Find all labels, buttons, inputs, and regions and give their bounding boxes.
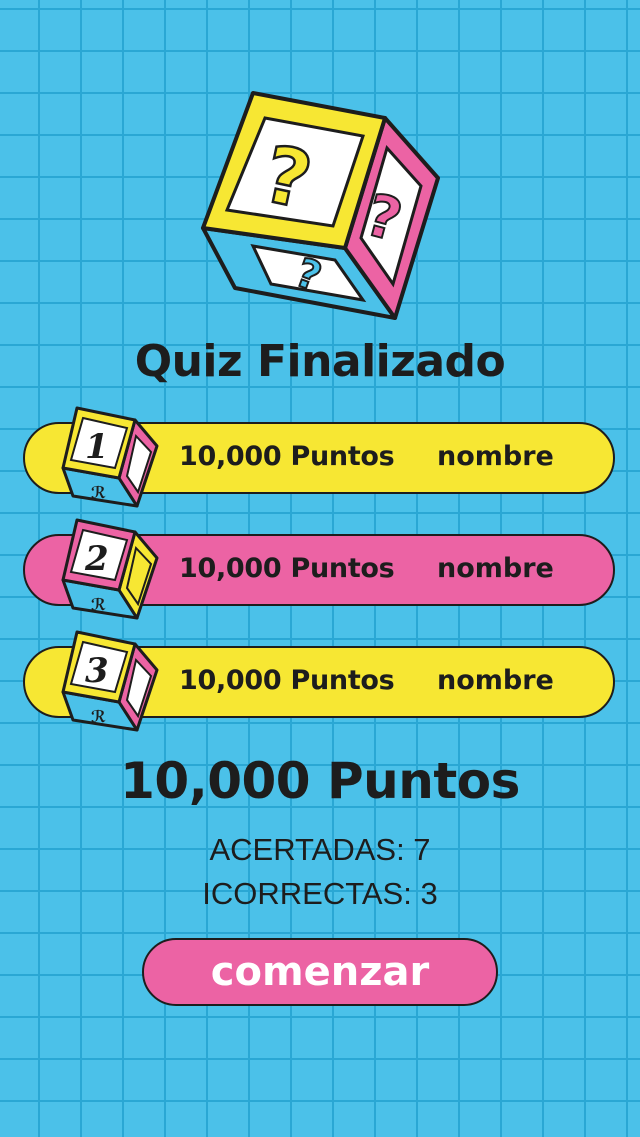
- rank-cube-icon: ℛ 2: [61, 518, 159, 620]
- rank-points: 10,000 Puntos: [179, 665, 395, 696]
- question-block-icon: ? ? ?: [201, 91, 440, 320]
- rank-points: 10,000 Puntos: [179, 553, 395, 584]
- rank-name: nombre: [437, 665, 554, 696]
- rank-cube-icon: ℛ 1: [61, 406, 159, 508]
- leaderboard-row-3: ℛ 3 10,000 Puntos nombre: [23, 630, 615, 732]
- rank-number: 3: [85, 651, 109, 691]
- rank-number: 2: [84, 539, 109, 579]
- svg-text:ℛ: ℛ: [91, 595, 106, 614]
- correct-count: ACERTADAS: 7: [209, 832, 431, 867]
- rank-points: 10,000 Puntos: [179, 441, 395, 472]
- rank-cube-icon: ℛ 3: [61, 630, 159, 732]
- incorrect-count: ICORRECTAS: 3: [202, 876, 438, 911]
- leaderboard-row-2: ℛ 2 10,000 Puntos nombre: [23, 518, 615, 620]
- total-points: 10,000 Puntos: [120, 752, 520, 810]
- leaderboard-row-1: ℛ 1 10,000 Puntos nombre: [23, 406, 615, 508]
- rank-number: 1: [85, 427, 109, 467]
- svg-text:ℛ: ℛ: [91, 707, 106, 726]
- svg-text:ℛ: ℛ: [91, 483, 106, 502]
- rank-name: nombre: [437, 553, 554, 584]
- page-title: Quiz Finalizado: [134, 336, 506, 387]
- rank-name: nombre: [437, 441, 554, 472]
- start-button[interactable]: comenzar: [142, 938, 498, 1006]
